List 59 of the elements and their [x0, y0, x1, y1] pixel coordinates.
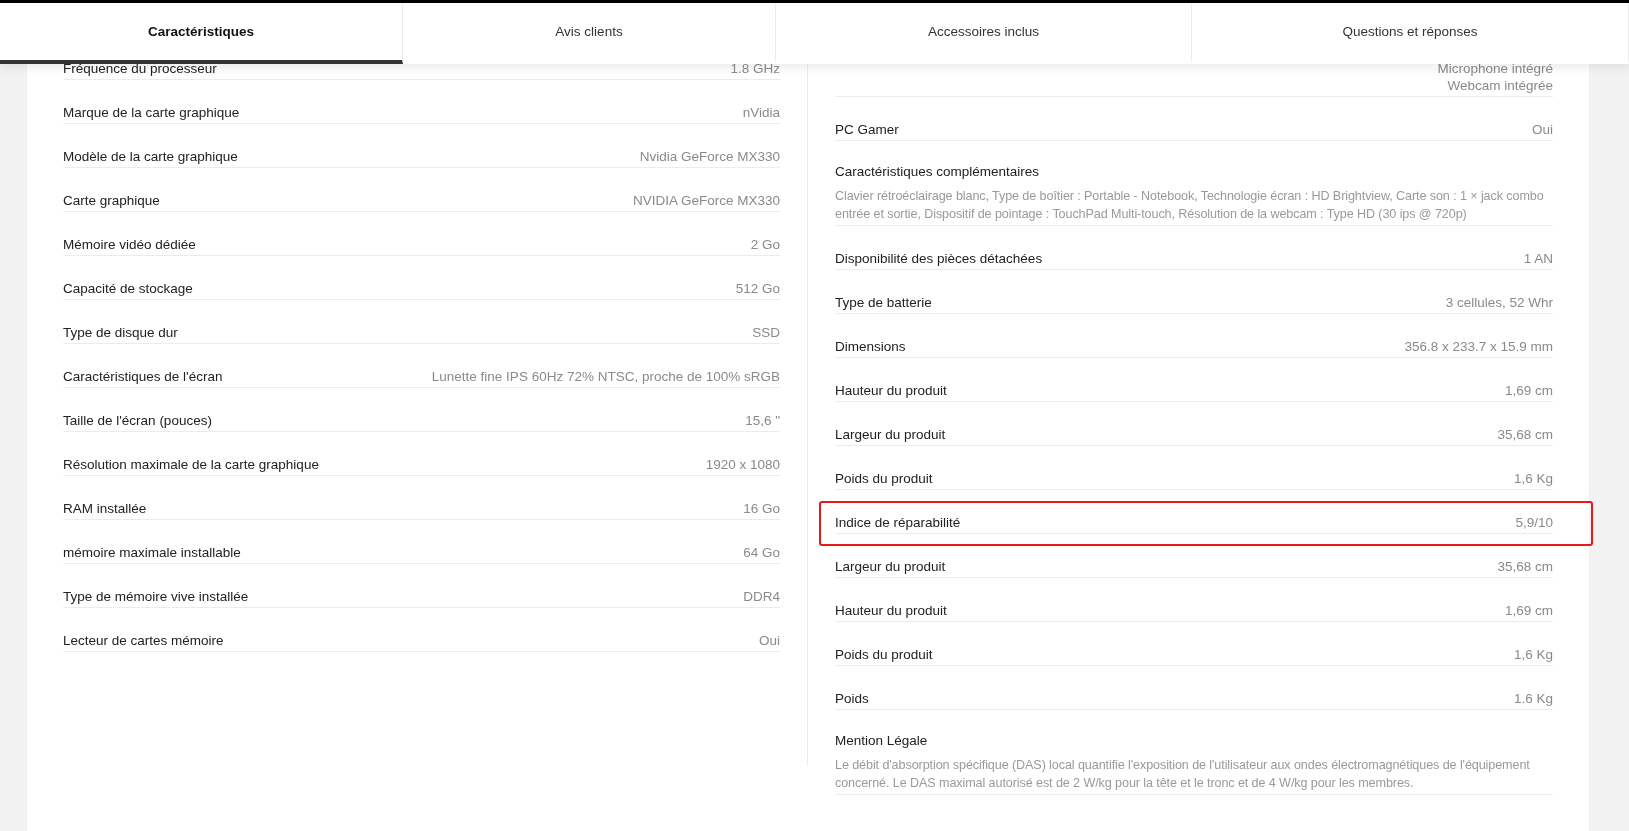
- spec-label: mémoire maximale installable: [63, 544, 241, 561]
- spec-label: Poids: [835, 690, 869, 707]
- spec-value: NVIDIA GeForce MX330: [632, 192, 780, 209]
- spec-value: 1,6 Kg: [1513, 470, 1553, 487]
- spec-value: 64 Go: [743, 544, 780, 561]
- spec-value: 1,69 cm: [1504, 602, 1553, 619]
- spec-label: Poids du produit: [835, 646, 933, 663]
- spec-label: Type de mémoire vive installée: [63, 588, 249, 605]
- spec-label: Dimensions: [835, 338, 906, 355]
- spec-label: Caractéristiques de l'écran: [63, 368, 223, 385]
- spec-value: 3 cellules, 52 Whr: [1445, 294, 1553, 311]
- spec-value: 356.8 x 233.7 x 15.9 mm: [1404, 338, 1553, 355]
- spec-label: Résolution maximale de la carte graphique: [63, 456, 319, 473]
- spec-label: Mention Légale: [835, 732, 929, 749]
- spec-value: 1 AN: [1523, 250, 1553, 267]
- spec-label: Taille de l'écran (pouces): [63, 412, 212, 429]
- spec-label: Type de disque dur: [63, 324, 178, 341]
- tab[interactable]: Avis clients: [403, 3, 776, 64]
- spec-label: PC Gamer: [835, 121, 899, 138]
- spec-label: Largeur du produit: [835, 558, 946, 575]
- spec-value: Oui: [1532, 121, 1553, 138]
- spec-value: 512 Go: [735, 280, 780, 297]
- spec-value: nVidia: [742, 104, 780, 121]
- spec-label: Carte graphique: [63, 192, 160, 209]
- spec-value: 35,68 cm: [1497, 426, 1553, 443]
- spec-value: 35,68 cm: [1497, 558, 1553, 575]
- tab[interactable]: Questions et réponses: [1192, 3, 1629, 64]
- spec-label: Hauteur du produit: [835, 382, 947, 399]
- spec-value: 1920 x 1080: [705, 456, 780, 473]
- spec-label: Disponibilité des pièces détachées: [835, 250, 1043, 267]
- tab[interactable]: Caractéristiques: [0, 3, 403, 64]
- spec-value: DDR4: [743, 588, 780, 605]
- spec-value: 15,6 ": [745, 412, 780, 429]
- spec-label: Mémoire vidéo dédiée: [63, 236, 196, 253]
- spec-value: 1,69 cm: [1504, 382, 1553, 399]
- spec-label: Poids du produit: [835, 470, 933, 487]
- spec-label: Hauteur du produit: [835, 602, 947, 619]
- spec-value: 1,6 Kg: [1513, 646, 1553, 663]
- spec-value: Webcam intégrée: [1447, 77, 1553, 94]
- spec-label: Capacité de stockage: [63, 280, 193, 297]
- spec-description: Clavier rétroéclairage blanc, Type de boîtier : Portable - Notebook, Technologie écran : HD Brightview, Carte son : 1 × jack combo entrée et sortie, Dispositif de pointage : TouchPad Multi-touch, Résolution de la webcam : Type HD (30 ips @ 720p): [835, 188, 1545, 223]
- spec-value: 5,9/10: [1515, 514, 1553, 531]
- spec-value: 1.6 Kg: [1513, 690, 1553, 707]
- spec-value: 2 Go: [750, 236, 780, 253]
- spec-value: SSD: [752, 324, 780, 341]
- spec-value: 16 Go: [743, 500, 780, 517]
- spec-value: Nvidia GeForce MX330: [639, 148, 780, 165]
- spec-label: RAM installée: [63, 500, 147, 517]
- spec-label: Caractéristiques complémentaires: [835, 163, 1041, 180]
- spec-label: Modèle de la carte graphique: [63, 148, 238, 165]
- spec-label: Type de batterie: [835, 294, 932, 311]
- spec-value: Oui: [759, 632, 780, 649]
- spec-label: Lecteur de cartes mémoire: [63, 632, 224, 649]
- spec-value: Lunette fine IPS 60Hz 72% NTSC, proche de 100% sRGB: [431, 368, 780, 385]
- spec-label: Marque de la carte graphique: [63, 104, 240, 121]
- spec-label: Largeur du produit: [835, 426, 946, 443]
- spec-label: Indice de réparabilité: [835, 514, 961, 531]
- tab[interactable]: Accessoires inclus: [776, 3, 1192, 64]
- spec-description: Le débit d'absorption spécifique (DAS) local quantifie l'exposition de l'utilisateur aux ondes électromagnétiques de l'équipement concerné. Le DAS maximal autorisé est de 2 W/kg pour la tête et le tronc et de 4 W/kg pour les membres.: [835, 757, 1531, 792]
